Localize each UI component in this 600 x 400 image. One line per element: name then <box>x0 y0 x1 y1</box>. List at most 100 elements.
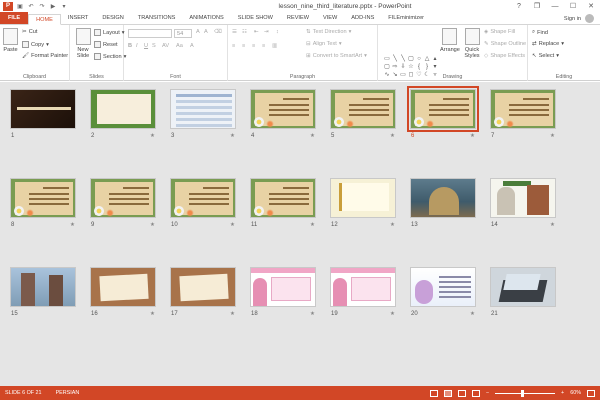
convert-smartart-button[interactable]: ⊞ Convert to SmartArt ▾ <box>306 53 367 59</box>
animation-star-icon[interactable]: ★ <box>550 133 555 139</box>
customize-icon[interactable]: ▾ <box>60 3 68 11</box>
reading-view-icon[interactable] <box>457 389 466 397</box>
reset-button[interactable]: Reset <box>94 41 118 48</box>
callout-shape-icon[interactable]: ◻ <box>407 71 415 79</box>
decrease-indent-icon[interactable]: ⇤ <box>254 29 259 35</box>
slide-thumbnail[interactable] <box>490 89 556 129</box>
animation-star-icon[interactable]: ★ <box>390 133 395 139</box>
zoom-slider-handle[interactable] <box>521 389 525 397</box>
tab-animations[interactable]: ANIMATIONS <box>182 13 230 24</box>
slide-thumbnail[interactable] <box>170 178 236 218</box>
slide-thumbnail[interactable] <box>170 267 236 307</box>
animation-star-icon[interactable]: ★ <box>230 222 235 228</box>
maximize-button[interactable]: ☐ <box>564 0 582 13</box>
select-button[interactable]: ↖ Select ▾ <box>532 53 559 59</box>
bullets-icon[interactable]: ☰ <box>232 29 237 35</box>
tab-slide-show[interactable]: SLIDE SHOW <box>231 13 280 24</box>
italic-icon[interactable]: I <box>136 43 138 49</box>
oval-shape-icon[interactable]: ○ <box>415 55 423 63</box>
clear-formatting-icon[interactable]: ⌫ <box>214 29 222 35</box>
redo-icon[interactable]: ↷ <box>38 3 46 11</box>
slide-thumbnail[interactable] <box>250 89 316 129</box>
animation-star-icon[interactable]: ★ <box>150 311 155 317</box>
slide-thumbnail[interactable] <box>490 178 556 218</box>
underline-icon[interactable]: U <box>144 43 148 49</box>
fit-to-window-icon[interactable] <box>587 389 595 397</box>
grow-font-icon[interactable]: A <box>196 29 200 35</box>
layout-button[interactable]: Layout ▾ <box>94 29 125 36</box>
triangle-shape-icon[interactable]: △ <box>423 55 431 63</box>
format-painter-button[interactable]: 🖌 Format Painter <box>22 53 68 59</box>
rectangle-shape-icon[interactable]: ▢ <box>407 55 415 63</box>
connector-shape-icon[interactable]: ↘ <box>391 71 399 79</box>
ribbon-display-button[interactable]: ❐ <box>528 0 546 13</box>
find-button[interactable]: ⌕ Find <box>532 29 548 36</box>
arrange-button[interactable]: Arrange <box>440 28 460 53</box>
section-button[interactable]: Section ▾ <box>94 53 126 60</box>
shape-effects-button[interactable]: ◇ Shape Effects <box>484 53 525 59</box>
help-button[interactable]: ? <box>510 0 528 13</box>
minimize-button[interactable]: — <box>546 0 564 13</box>
brace-shape-icon[interactable]: } <box>423 63 431 71</box>
tab-insert[interactable]: INSERT <box>61 13 95 24</box>
heart-shape-icon[interactable]: ♡ <box>415 71 423 79</box>
animation-star-icon[interactable]: ★ <box>390 311 395 317</box>
slide-thumbnail[interactable] <box>90 89 156 129</box>
replace-button[interactable]: ⇄ Replace ▾ <box>532 41 564 47</box>
strikethrough-icon[interactable]: S <box>152 43 156 49</box>
slide-thumbnail[interactable] <box>407 86 479 132</box>
font-name-box[interactable] <box>128 29 172 38</box>
powerpoint-app-icon[interactable]: P <box>3 2 13 11</box>
slide-thumbnail[interactable] <box>170 89 236 129</box>
scroll-down-icon[interactable]: ▾ <box>431 63 439 71</box>
text-direction-button[interactable]: ⇅ Text Direction ▾ <box>306 29 351 35</box>
zoom-level[interactable]: 60% <box>570 390 581 396</box>
tab-design[interactable]: DESIGN <box>95 13 130 24</box>
animation-star-icon[interactable]: ★ <box>230 133 235 139</box>
char-spacing-icon[interactable]: AV <box>162 43 169 49</box>
slide-thumbnail[interactable] <box>90 267 156 307</box>
arrow-shape-icon[interactable]: ⇩ <box>399 63 407 71</box>
quick-styles-button[interactable]: Quick Styles <box>462 28 482 59</box>
undo-icon[interactable]: ↶ <box>27 3 35 11</box>
new-slide-button[interactable]: New Slide <box>73 28 93 59</box>
animation-star-icon[interactable]: ★ <box>390 222 395 228</box>
justify-icon[interactable]: ≡ <box>262 43 265 49</box>
slide-thumbnail[interactable] <box>410 267 476 307</box>
tab-view[interactable]: VIEW <box>316 13 344 24</box>
slide-thumbnail[interactable] <box>330 178 396 218</box>
font-color-icon[interactable]: A <box>190 43 194 49</box>
animation-star-icon[interactable]: ★ <box>150 222 155 228</box>
bold-icon[interactable]: B <box>128 43 132 49</box>
more-shapes-icon[interactable]: ▿ <box>431 71 439 79</box>
slide-thumbnail[interactable] <box>10 267 76 307</box>
slide-thumbnail[interactable] <box>330 267 396 307</box>
align-right-icon[interactable]: ≡ <box>252 43 255 49</box>
slide-thumbnail[interactable] <box>490 267 556 307</box>
change-case-icon[interactable]: Aa <box>176 43 183 49</box>
animation-star-icon[interactable]: ★ <box>70 222 75 228</box>
zoom-out-button[interactable]: − <box>486 390 489 396</box>
paste-button[interactable]: Paste <box>3 28 18 53</box>
animation-star-icon[interactable]: ★ <box>310 311 315 317</box>
animation-star-icon[interactable]: ★ <box>310 222 315 228</box>
tab-transitions[interactable]: TRANSITIONS <box>131 13 183 24</box>
text-box-shape-icon[interactable]: ▭ <box>383 55 391 63</box>
zoom-slider[interactable] <box>495 389 556 397</box>
slide-thumbnail[interactable] <box>330 89 396 129</box>
slide-thumbnail[interactable] <box>250 267 316 307</box>
tab-home[interactable]: HOME <box>28 14 61 25</box>
slide-sorter-view-icon[interactable] <box>443 389 452 397</box>
curve-shape-icon[interactable]: ∿ <box>383 71 391 79</box>
save-icon[interactable]: ▣ <box>16 3 24 11</box>
line-spacing-icon[interactable]: ↕ <box>276 29 279 35</box>
zoom-in-button[interactable]: + <box>561 390 564 396</box>
slide-thumbnail[interactable] <box>90 178 156 218</box>
columns-icon[interactable]: ▥ <box>272 43 277 49</box>
align-left-icon[interactable]: ≡ <box>232 43 235 49</box>
language-indicator[interactable]: PERSIAN <box>56 390 80 396</box>
slide-show-view-icon[interactable] <box>471 389 480 397</box>
animation-star-icon[interactable]: ★ <box>230 311 235 317</box>
slide-thumbnail[interactable] <box>250 178 316 218</box>
line-shape-icon[interactable]: ╲ <box>399 55 407 63</box>
